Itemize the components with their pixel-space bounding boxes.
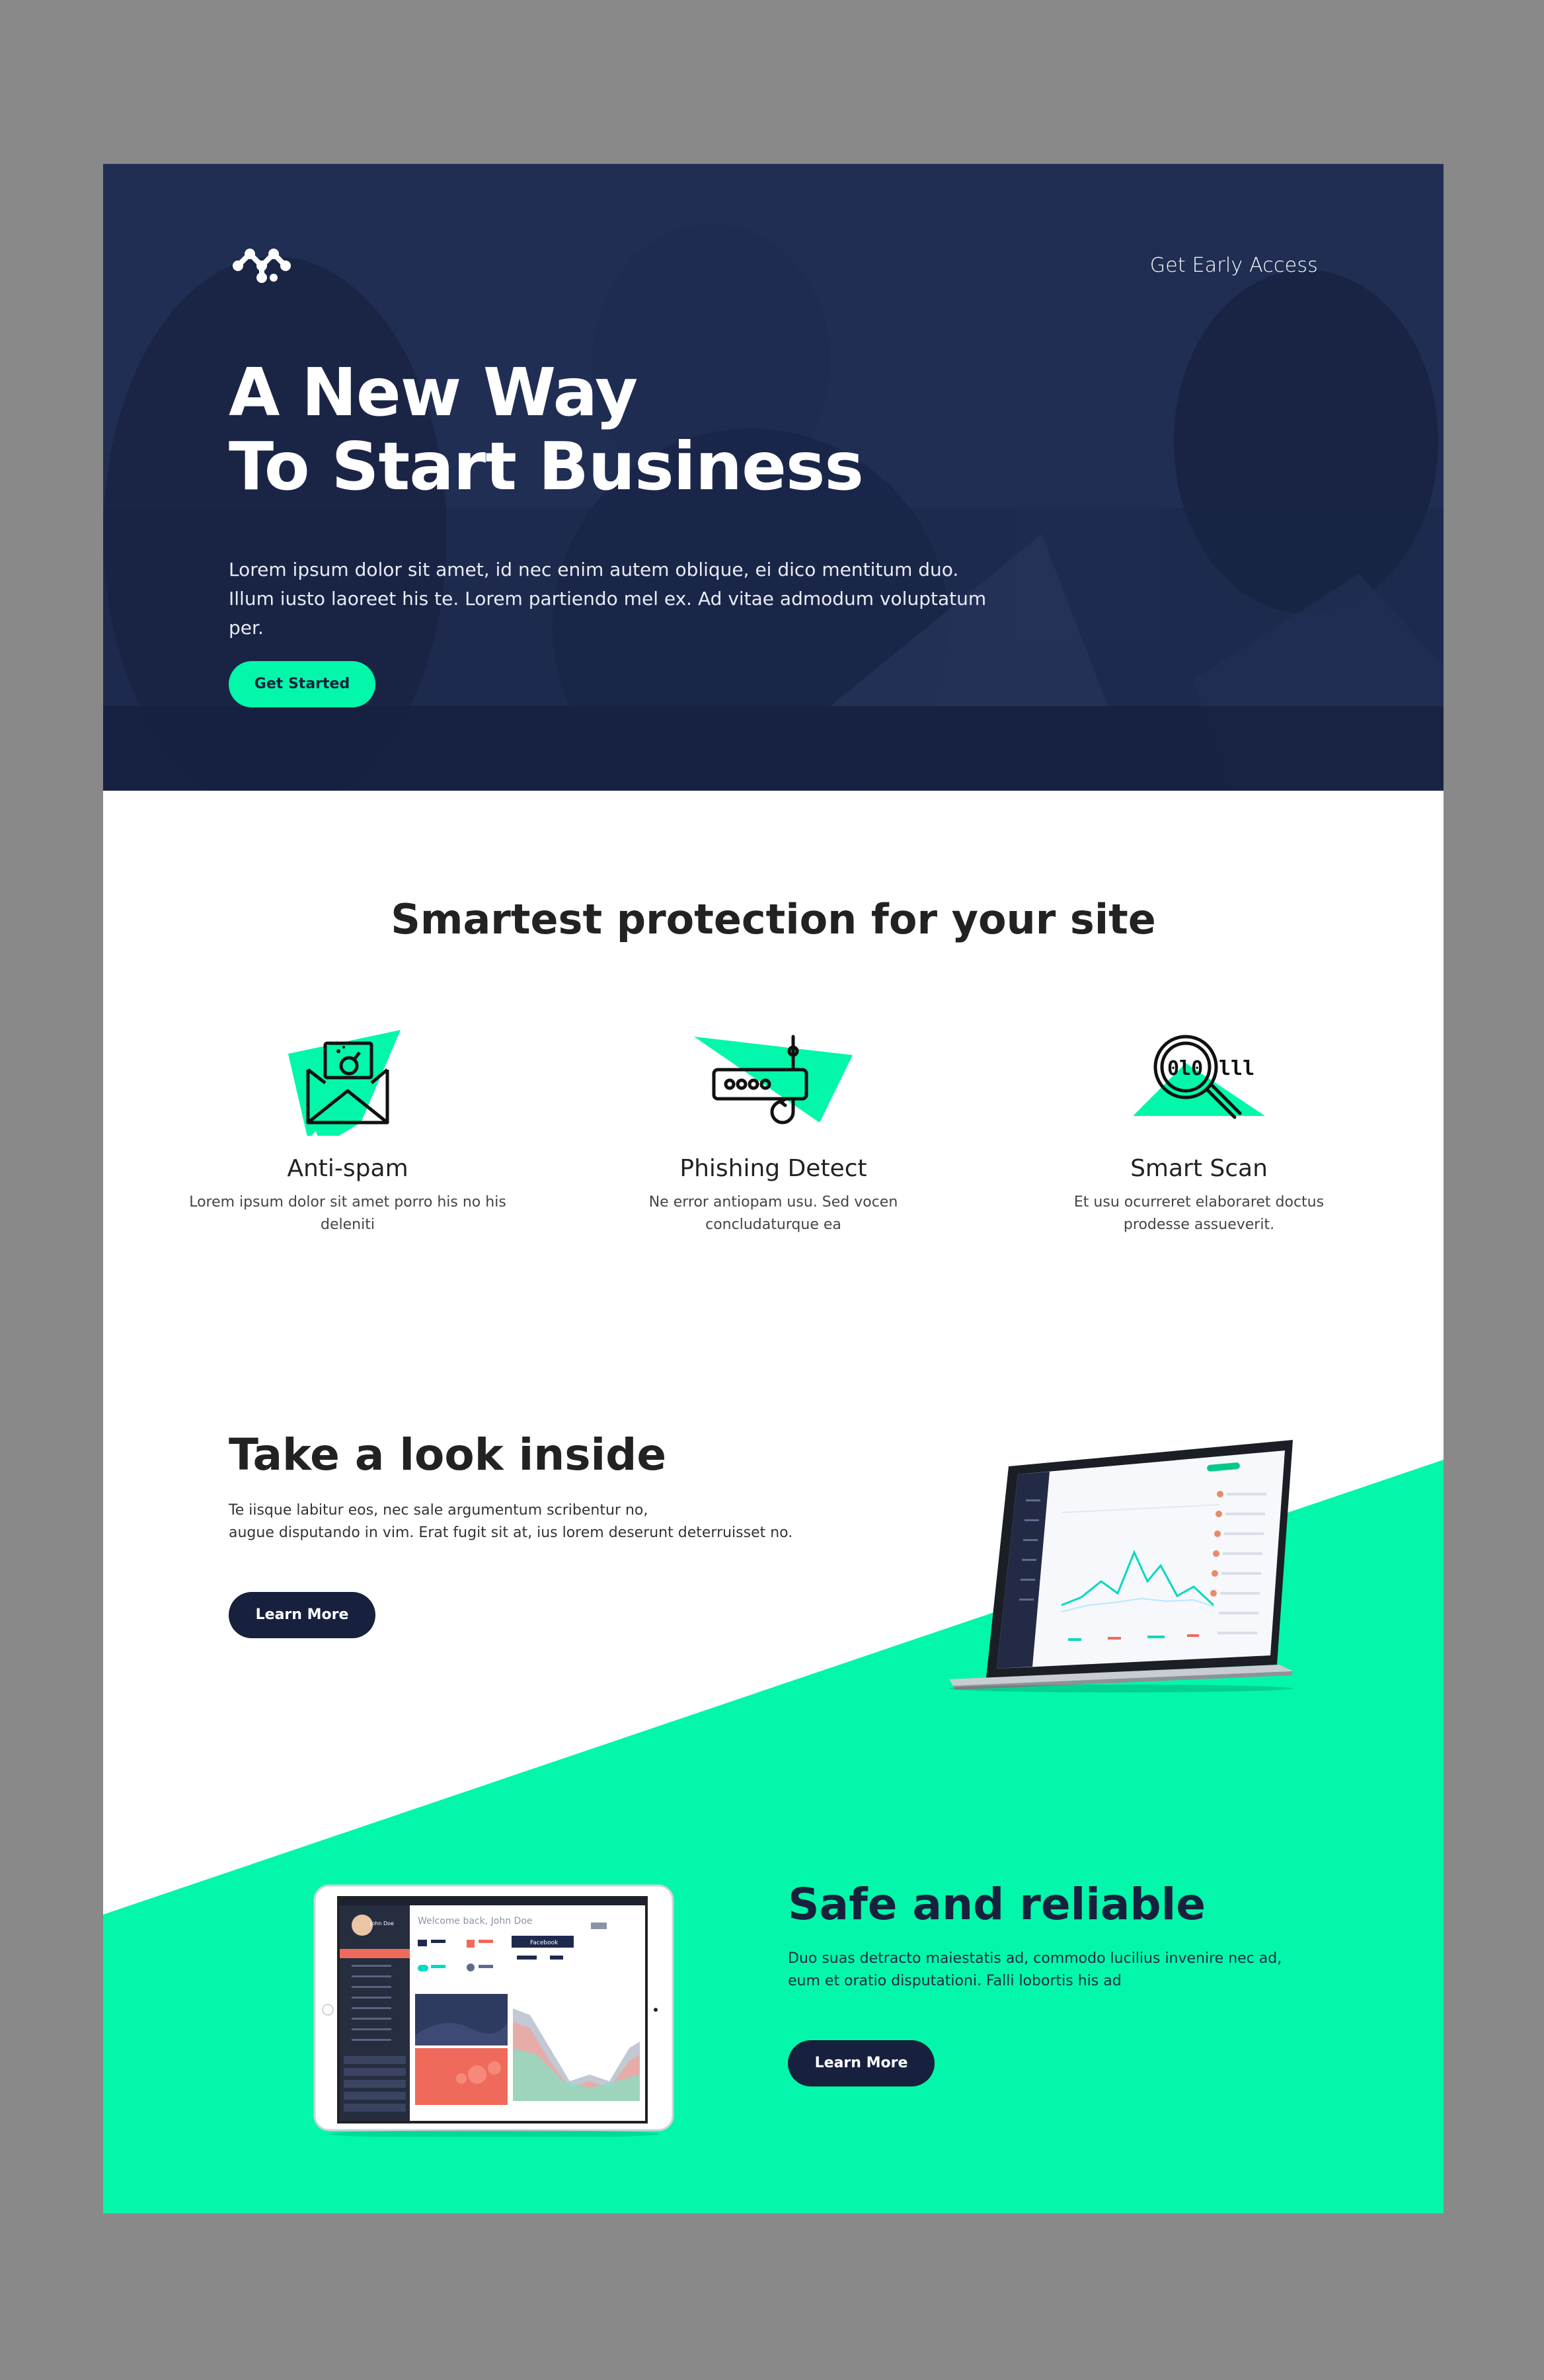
svg-text:lll: lll [1219,1057,1254,1080]
page-frame: Get Early Access A New Way To Start Busi… [0,0,1544,2380]
get-started-button[interactable]: Get Started [229,661,375,707]
feature-smart-scan: 0l0 lll Smart Scan Et usu ocurreret elab… [1040,1017,1358,1236]
look-inside-title: Take a look inside [229,1429,667,1480]
feature-text-phishing-detect: Ne error antiopam usu. Sed vocen conclud… [648,1194,898,1233]
feature-text-anti-spam: Lorem ipsum dolor sit amet porro his no … [189,1194,506,1233]
safe-reliable-description: Duo suas detracto maiestatis ad, commodo… [788,1948,1290,1993]
feature-text-smart-scan: Et usu ocurreret elaboraret doctus prode… [1073,1194,1325,1233]
learn-more-button-2[interactable]: Learn More [788,2040,935,2086]
svg-text:0l0: 0l0 [1167,1057,1203,1080]
get-early-access-link[interactable]: Get Early Access [1150,254,1318,277]
feature-phishing-detect: Phishing Detect Ne error antiopam usu. S… [615,1017,932,1236]
feature-title-anti-spam: Anti-spam [287,1155,408,1182]
feature-title-smart-scan: Smart Scan [1130,1155,1268,1182]
hero-description-line-1: Lorem ipsum dolor sit amet, id nec enim … [229,559,959,580]
feature-anti-spam: Anti-spam Lorem ipsum dolor sit amet por… [189,1017,506,1236]
look-inside-line-2: augue disputando in vim. Erat fugit sit … [229,1525,793,1541]
hero-description: Lorem ipsum dolor sit amet, id nec enim … [229,555,1022,643]
router-hook-icon [694,1035,853,1125]
hero-description-line-2: Illum iusto laoreet his te. Lorem partie… [229,588,987,639]
safe-reliable-title: Safe and reliable [788,1879,1206,1930]
tablet-welcome-text: Welcome back, John Doe [418,1916,533,1926]
hero-title-line-1: A New Way [229,354,638,431]
magnifier-binary-icon: 0l0 lll [1133,1035,1265,1119]
look-inside-description: Te iisque labitur eos, nec sale argument… [229,1499,824,1544]
feature-title-phishing-detect: Phishing Detect [679,1155,867,1182]
tablet-dashboard-image: John Doe Welcome back, John Doe Facebook [313,1884,674,2137]
learn-more-button-1[interactable]: Learn More [229,1592,375,1638]
tablet-user-name: John Doe [369,1921,394,1926]
features-title: Smartest protection for your site [391,895,1156,943]
look-inside-line-1: Te iisque labitur eos, nec sale argument… [229,1502,648,1519]
hero-title: A New Way To Start Business [229,354,864,505]
brand-logo-icon[interactable] [229,243,295,286]
landing-page: Get Early Access A New Way To Start Busi… [103,164,1444,2213]
safe-reliable-line-2: eum et oratio disputationi. Falli lobort… [788,1973,1122,1989]
hero-title-line-2: To Start Business [229,428,864,505]
safe-reliable-line-1: Duo suas detracto maiestatis ad, commodo… [788,1950,1282,1967]
tablet-facebook-tab: Facebook [530,1940,559,1946]
laptop-dashboard-image [949,1440,1293,1692]
envelope-bomb-icon [288,1030,401,1146]
hero-section: Get Early Access A New Way To Start Busi… [103,164,1444,791]
